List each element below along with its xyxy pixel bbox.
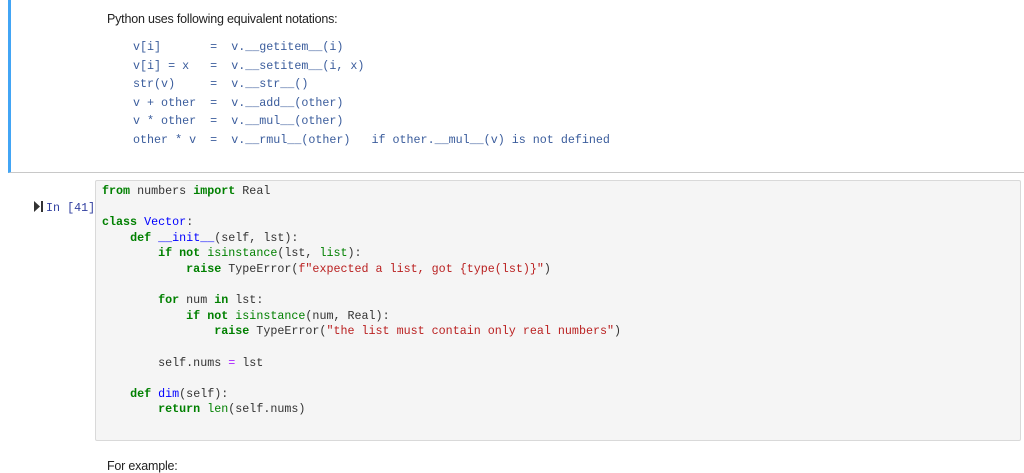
code-token: (self): xyxy=(179,386,229,401)
code-token: : xyxy=(186,215,194,230)
code-line: def __init__(self, lst): xyxy=(102,231,621,247)
code-token: in xyxy=(214,293,229,308)
code-token: __init__ xyxy=(158,230,215,245)
code-token: not xyxy=(179,246,201,261)
code-line: if not isinstance(num, Real): xyxy=(102,309,621,325)
notation-line: v[i] = v.__getitem__(i) xyxy=(133,40,344,54)
code-line: raise TypeError(f"expected a list, got {… xyxy=(102,262,621,278)
code-token: ): xyxy=(347,246,362,261)
notation-line: v * other = v.__mul__(other) xyxy=(133,114,344,128)
code-token: lst: xyxy=(228,293,264,308)
code-token: (lst, xyxy=(277,246,320,261)
code-token: self.nums xyxy=(102,355,229,370)
run-cell-icon[interactable] xyxy=(34,201,44,212)
code-token: raise xyxy=(186,261,222,276)
notations-intro: Python uses following equivalent notatio… xyxy=(107,12,338,26)
notation-line: v[i] = x = v.__setitem__(i, x) xyxy=(133,58,365,73)
code-token: import xyxy=(193,184,236,198)
code-token: isinstance xyxy=(207,246,278,261)
code-line: from numbers import Real xyxy=(102,184,621,200)
code-token: list xyxy=(319,246,348,261)
code-token: isinstance xyxy=(235,308,306,323)
code-token: TypeError( xyxy=(221,261,299,276)
code-token: (num, Real): xyxy=(305,308,390,323)
code-line: raise TypeError("the list must contain o… xyxy=(102,324,621,340)
code-token: return xyxy=(158,402,201,417)
code-token: not xyxy=(207,308,229,323)
code-token: TypeError( xyxy=(249,324,327,339)
cell-prompt: In [41]: xyxy=(20,184,102,216)
notation-line: other * v = v.__rmul__(other) if other._… xyxy=(133,132,610,147)
code-line: for num in lst: xyxy=(102,293,621,309)
code-token: from xyxy=(102,184,131,198)
code-line: if not isinstance(lst, list): xyxy=(102,246,621,262)
code-line: return len(self.nums) xyxy=(102,402,621,418)
code-line: def dim(self): xyxy=(102,387,621,403)
code-line: self.nums = lst xyxy=(102,356,621,372)
code-content[interactable]: from numbers import Real class Vector: de… xyxy=(102,184,621,418)
code-token: "the list must contain only real numbers… xyxy=(326,324,615,339)
code-token: (self, lst): xyxy=(214,230,299,245)
for-example-text: For example: xyxy=(107,459,178,473)
code-token: num xyxy=(179,293,215,308)
code-token: def xyxy=(130,386,152,401)
code-token: if xyxy=(186,308,201,323)
code-token: len xyxy=(207,402,229,417)
notation-line: v + other = v.__add__(other) xyxy=(133,95,344,110)
code-token: Vector xyxy=(144,215,187,230)
code-token: numbers xyxy=(130,184,194,198)
code-token: f"expected a list, got {type(lst)}" xyxy=(298,261,544,276)
code-token: for xyxy=(158,293,180,308)
code-token: raise xyxy=(214,324,250,339)
notation-line: str(v) = v.__str__() xyxy=(133,77,309,91)
code-token: (self.nums) xyxy=(228,402,306,417)
code-token: if xyxy=(158,246,173,261)
code-line: class Vector: xyxy=(102,215,621,231)
code-token: dim xyxy=(158,386,180,401)
code-token: lst xyxy=(235,355,264,370)
prompt-label: In [41]: xyxy=(46,201,103,215)
code-token: def xyxy=(130,230,152,245)
code-token: class xyxy=(102,215,138,230)
code-token: Real xyxy=(235,184,271,198)
notation-code-block: v[i] = v.__getitem__(i) v[i] = x = v.__se… xyxy=(133,38,610,149)
code-token: ) xyxy=(614,324,622,339)
code-token: ) xyxy=(543,261,551,276)
